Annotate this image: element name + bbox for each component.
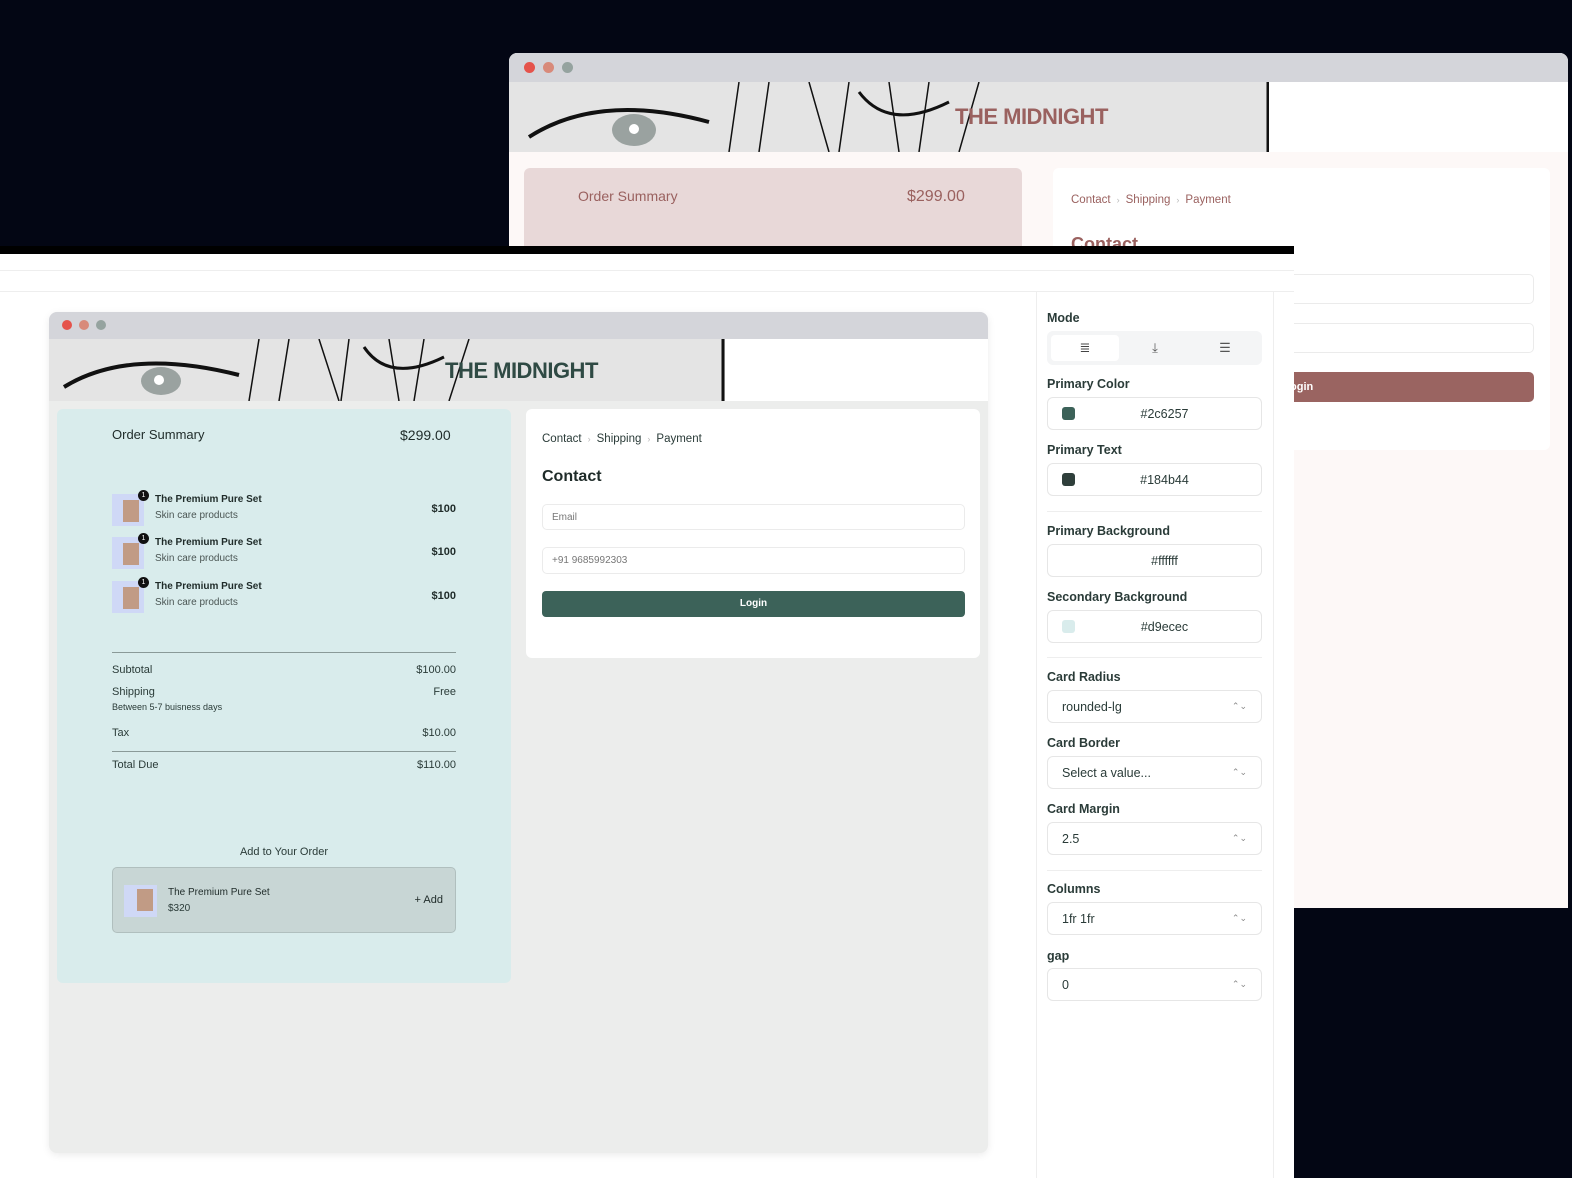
card-margin-label: Card Margin	[1047, 802, 1120, 816]
login-button[interactable]: ogin	[1278, 372, 1534, 402]
breadcrumb-contact[interactable]: Contact	[542, 433, 582, 445]
eye-artwork-image	[509, 82, 1269, 152]
quantity-badge: 1	[138, 533, 149, 544]
minimize-dot-icon[interactable]	[543, 62, 554, 73]
primary-background-input[interactable]: #ffffff	[1047, 544, 1262, 577]
card-radius-select[interactable]: rounded-lg ⌃⌄	[1047, 690, 1262, 723]
minimize-dot-icon[interactable]	[79, 320, 89, 330]
checkout-card: Contact › Shipping › Payment Contact Email +…	[526, 409, 980, 658]
title-bar	[509, 53, 1568, 82]
phone-input[interactable]: +91 9685992303	[542, 547, 965, 574]
item-name: The Premium Pure Set	[155, 581, 262, 592]
hero-banner: THE MIDNIGHT	[49, 339, 988, 401]
upsell-price: $320	[168, 903, 191, 914]
order-summary-title: Order Summary	[578, 188, 678, 204]
chevron-updown-icon: ⌃⌄	[1231, 701, 1247, 711]
quantity-badge: 1	[138, 577, 149, 588]
tax-row: Tax $10.00	[112, 727, 456, 739]
download-icon[interactable]: ⤓	[1121, 335, 1189, 361]
eye-artwork-image	[49, 339, 725, 401]
contact-title: Contact	[542, 468, 602, 485]
mode-toggle: ≣ ⤓ ☰	[1047, 331, 1262, 365]
breadcrumb-payment[interactable]: Payment	[656, 433, 701, 445]
secondary-background-label: Secondary Background	[1047, 590, 1188, 604]
primary-color-input[interactable]: #2c6257	[1047, 397, 1262, 430]
gap-label: gap	[1047, 949, 1070, 963]
breadcrumb-shipping[interactable]: Shipping	[597, 433, 642, 445]
email-input[interactable]	[1278, 274, 1534, 304]
cart-item: 1 The Premium Pure Set Skin care product…	[112, 533, 456, 571]
add-upsell-button[interactable]: + Add	[415, 894, 443, 906]
cart-item: 1 The Premium Pure Set Skin care product…	[112, 577, 456, 615]
item-price: $100	[431, 546, 456, 558]
brand-logo: THE MIDNIGHT	[955, 104, 1108, 129]
hero-banner: THE MIDNIGHT	[509, 82, 1568, 152]
primary-background-label: Primary Background	[1047, 524, 1170, 538]
card-border-label: Card Border	[1047, 736, 1120, 750]
upsell-name: The Premium Pure Set	[168, 887, 270, 898]
chevron-updown-icon: ⌃⌄	[1231, 833, 1247, 843]
quantity-badge: 1	[138, 490, 149, 501]
divider	[112, 652, 456, 653]
item-name: The Premium Pure Set	[155, 537, 262, 548]
item-price: $100	[431, 503, 456, 515]
close-dot-icon[interactable]	[62, 320, 72, 330]
breadcrumb-contact[interactable]: Contact	[1071, 194, 1111, 206]
primary-color-label: Primary Color	[1047, 377, 1130, 391]
item-description: Skin care products	[155, 553, 238, 564]
secondary-background-input[interactable]: #d9ecec	[1047, 610, 1262, 643]
login-button[interactable]: Login	[542, 591, 965, 617]
breadcrumb: Contact › Shipping › Payment	[542, 433, 702, 445]
gap-select[interactable]: 0 ⌃⌄	[1047, 968, 1262, 1001]
card-border-select[interactable]: Select a value... ⌃⌄	[1047, 756, 1262, 789]
chevron-updown-icon: ⌃⌄	[1231, 767, 1247, 777]
item-name: The Premium Pure Set	[155, 494, 262, 505]
card-radius-label: Card Radius	[1047, 670, 1121, 684]
phone-input[interactable]	[1278, 323, 1534, 353]
primary-text-label: Primary Text	[1047, 443, 1122, 457]
card-margin-select[interactable]: 2.5 ⌃⌄	[1047, 822, 1262, 855]
shipping-row: Shipping Free	[112, 686, 456, 698]
email-input[interactable]: Email	[542, 504, 965, 530]
chevron-updown-icon: ⌃⌄	[1231, 913, 1247, 923]
item-description: Skin care products	[155, 510, 238, 521]
columns-select[interactable]: 1fr 1fr ⌃⌄	[1047, 902, 1262, 935]
primary-text-input[interactable]: #184b44	[1047, 463, 1262, 496]
breadcrumb-shipping[interactable]: Shipping	[1126, 194, 1171, 206]
divider	[112, 751, 456, 752]
maximize-dot-icon[interactable]	[562, 62, 573, 73]
product-thumbnail	[124, 885, 157, 917]
chevron-updown-icon: ⌃⌄	[1231, 979, 1247, 989]
shipping-note: Between 5-7 buisness days	[112, 702, 223, 712]
subtotal-row: Subtotal $100.00	[112, 664, 456, 676]
mode-label: Mode	[1047, 311, 1080, 325]
close-dot-icon[interactable]	[524, 62, 535, 73]
breadcrumb: Contact › Shipping › Payment	[1071, 194, 1231, 206]
cart-item: 1 The Premium Pure Set Skin care product…	[112, 490, 456, 528]
order-summary-title: Order Summary	[112, 427, 205, 442]
order-total: $299.00	[400, 427, 451, 443]
total-row: Total Due $110.00	[112, 759, 456, 771]
item-price: $100	[431, 590, 456, 602]
maximize-dot-icon[interactable]	[96, 320, 106, 330]
upsell-card: The Premium Pure Set $320 + Add	[112, 867, 456, 933]
upsell-title: Add to Your Order	[239, 846, 329, 858]
order-total: $299.00	[907, 188, 965, 205]
brand-logo: THE MIDNIGHT	[445, 358, 598, 383]
breadcrumb-payment[interactable]: Payment	[1185, 194, 1230, 206]
columns-label: Columns	[1047, 882, 1101, 896]
item-description: Skin care products	[155, 597, 238, 608]
list-icon[interactable]: ≣	[1051, 335, 1119, 361]
title-bar	[49, 312, 988, 339]
edit-list-icon[interactable]: ☰	[1191, 335, 1259, 361]
